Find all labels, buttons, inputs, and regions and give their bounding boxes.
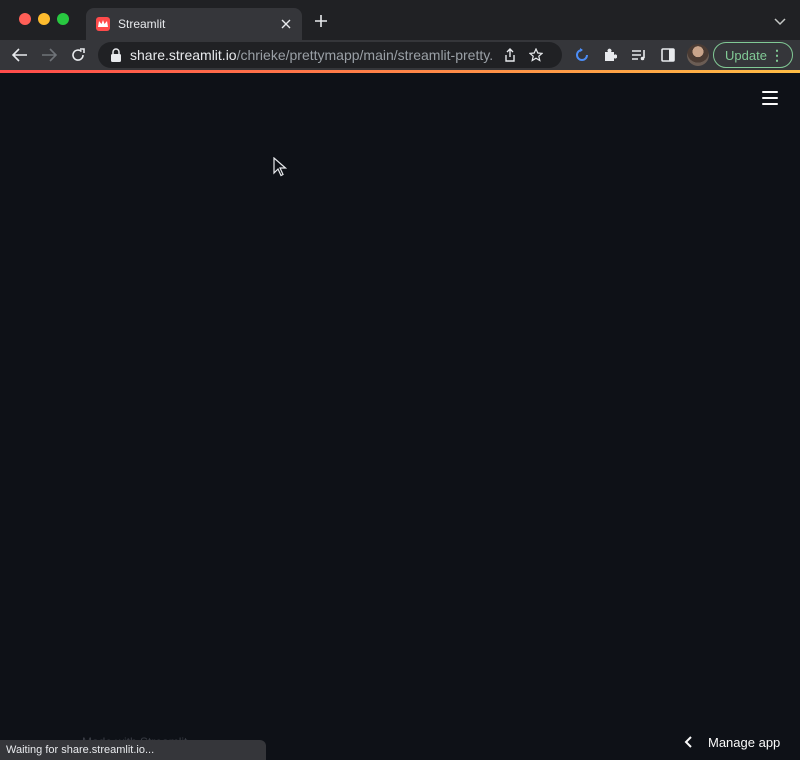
media-queue-icon[interactable]	[629, 45, 649, 65]
side-panel-icon[interactable]	[658, 45, 678, 65]
browser-tab[interactable]: Streamlit	[86, 8, 302, 40]
streamlit-crown-icon	[96, 17, 110, 31]
maximize-window-button[interactable]	[57, 13, 69, 25]
update-button[interactable]: Update ⋮	[713, 42, 793, 68]
minimize-window-button[interactable]	[38, 13, 50, 25]
url-text: share.streamlit.io/chrieke/prettymapp/ma…	[130, 47, 494, 63]
reload-icon[interactable]	[66, 43, 90, 67]
mouse-cursor-icon	[273, 157, 287, 177]
tab-search-chevron-icon[interactable]	[772, 14, 788, 30]
sync-extension-icon[interactable]	[572, 45, 592, 65]
address-bar[interactable]: share.streamlit.io/chrieke/prettymapp/ma…	[98, 42, 562, 68]
manage-app-label: Manage app	[708, 734, 781, 750]
bookmark-star-icon[interactable]	[526, 45, 546, 65]
new-tab-button[interactable]	[310, 10, 332, 32]
extensions-puzzle-icon[interactable]	[600, 45, 620, 65]
manage-app-button[interactable]: Manage app	[672, 724, 800, 760]
app-main: Made with Streamlit Manage app	[0, 73, 800, 760]
url-domain: share.streamlit.io	[130, 47, 237, 63]
browser-toolbar: share.streamlit.io/chrieke/prettymapp/ma…	[0, 40, 800, 70]
chevron-left-icon	[678, 736, 698, 748]
menu-kebab-icon[interactable]: ⋮	[770, 47, 784, 64]
lock-icon	[111, 48, 121, 62]
tab-title: Streamlit	[118, 17, 166, 31]
hamburger-menu-icon[interactable]	[762, 91, 778, 105]
share-icon[interactable]	[500, 45, 520, 65]
status-bubble: Waiting for share.streamlit.io...	[0, 740, 266, 760]
close-tab-icon[interactable]	[278, 16, 294, 32]
update-label: Update	[725, 47, 767, 63]
forward-arrow-icon[interactable]	[37, 43, 61, 67]
profile-avatar[interactable]	[687, 44, 709, 66]
window-titlebar: Streamlit	[0, 0, 800, 40]
close-window-button[interactable]	[19, 13, 31, 25]
back-arrow-icon[interactable]	[8, 43, 32, 67]
url-path: /chrieke/prettymapp/main/streamlit-prett…	[236, 47, 494, 63]
